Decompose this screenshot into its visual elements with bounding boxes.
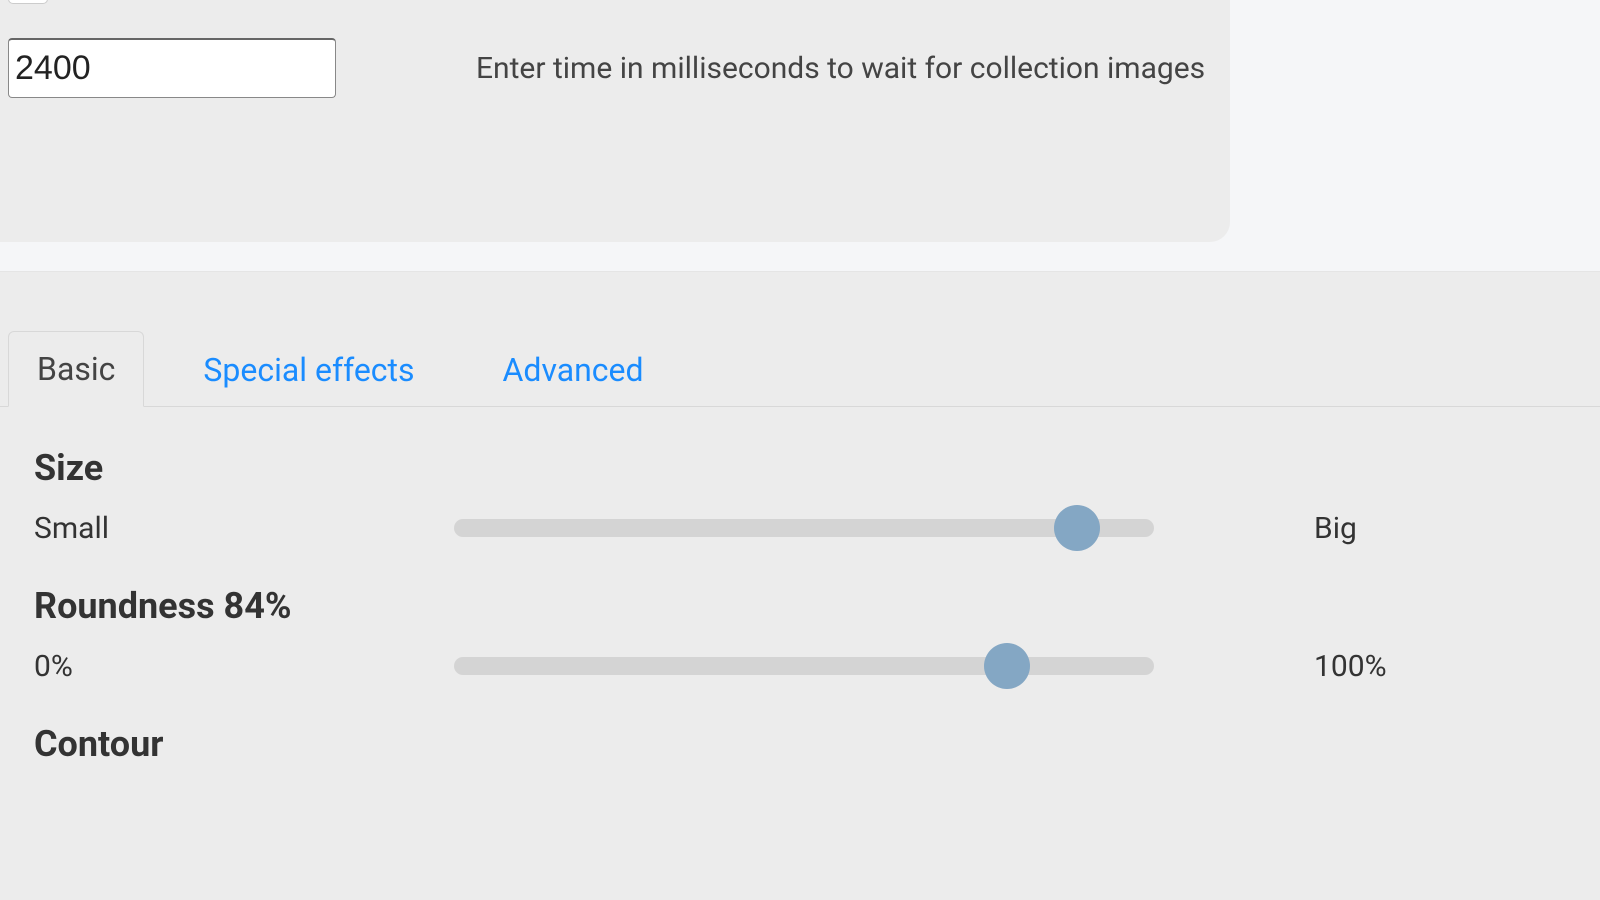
roundness-min-label: 0% bbox=[34, 649, 454, 684]
roundness-slider-track bbox=[454, 657, 1154, 675]
roundness-slider[interactable] bbox=[454, 643, 1154, 689]
contour-title: Contour bbox=[34, 723, 1570, 765]
timing-card: Enter time in milliseconds to wait for c… bbox=[0, 0, 1230, 242]
size-title: Size bbox=[34, 447, 1570, 489]
size-slider[interactable] bbox=[454, 505, 1154, 551]
tab-advanced[interactable]: Advanced bbox=[474, 332, 673, 407]
wait-time-input[interactable] bbox=[8, 38, 336, 98]
size-min-label: Small bbox=[34, 511, 454, 546]
tab-special-effects[interactable]: Special effects bbox=[174, 332, 443, 407]
contour-control: Contour bbox=[34, 723, 1570, 765]
roundness-slider-row: 0% 100% bbox=[34, 643, 1570, 689]
roundness-title: Roundness 84% bbox=[34, 585, 1570, 627]
tab-basic[interactable]: Basic bbox=[8, 331, 144, 407]
size-control: Size Small Big bbox=[34, 447, 1570, 551]
roundness-max-label: 100% bbox=[1154, 649, 1387, 684]
size-slider-thumb[interactable] bbox=[1054, 505, 1100, 551]
tabs-bar: Basic Special effects Advanced bbox=[0, 330, 1600, 407]
size-max-label: Big bbox=[1154, 511, 1357, 546]
settings-panel: Basic Special effects Advanced Size Smal… bbox=[0, 272, 1600, 900]
time-row: Enter time in milliseconds to wait for c… bbox=[8, 0, 1210, 98]
partial-field-fragment bbox=[8, 0, 48, 4]
roundness-slider-thumb[interactable] bbox=[984, 643, 1030, 689]
size-slider-row: Small Big bbox=[34, 505, 1570, 551]
wait-time-description: Enter time in milliseconds to wait for c… bbox=[476, 51, 1205, 86]
size-slider-track bbox=[454, 519, 1154, 537]
basic-controls: Size Small Big Roundness 84% 0% bbox=[0, 407, 1600, 765]
roundness-control: Roundness 84% 0% 100% bbox=[34, 585, 1570, 689]
section-divider bbox=[0, 242, 1600, 272]
